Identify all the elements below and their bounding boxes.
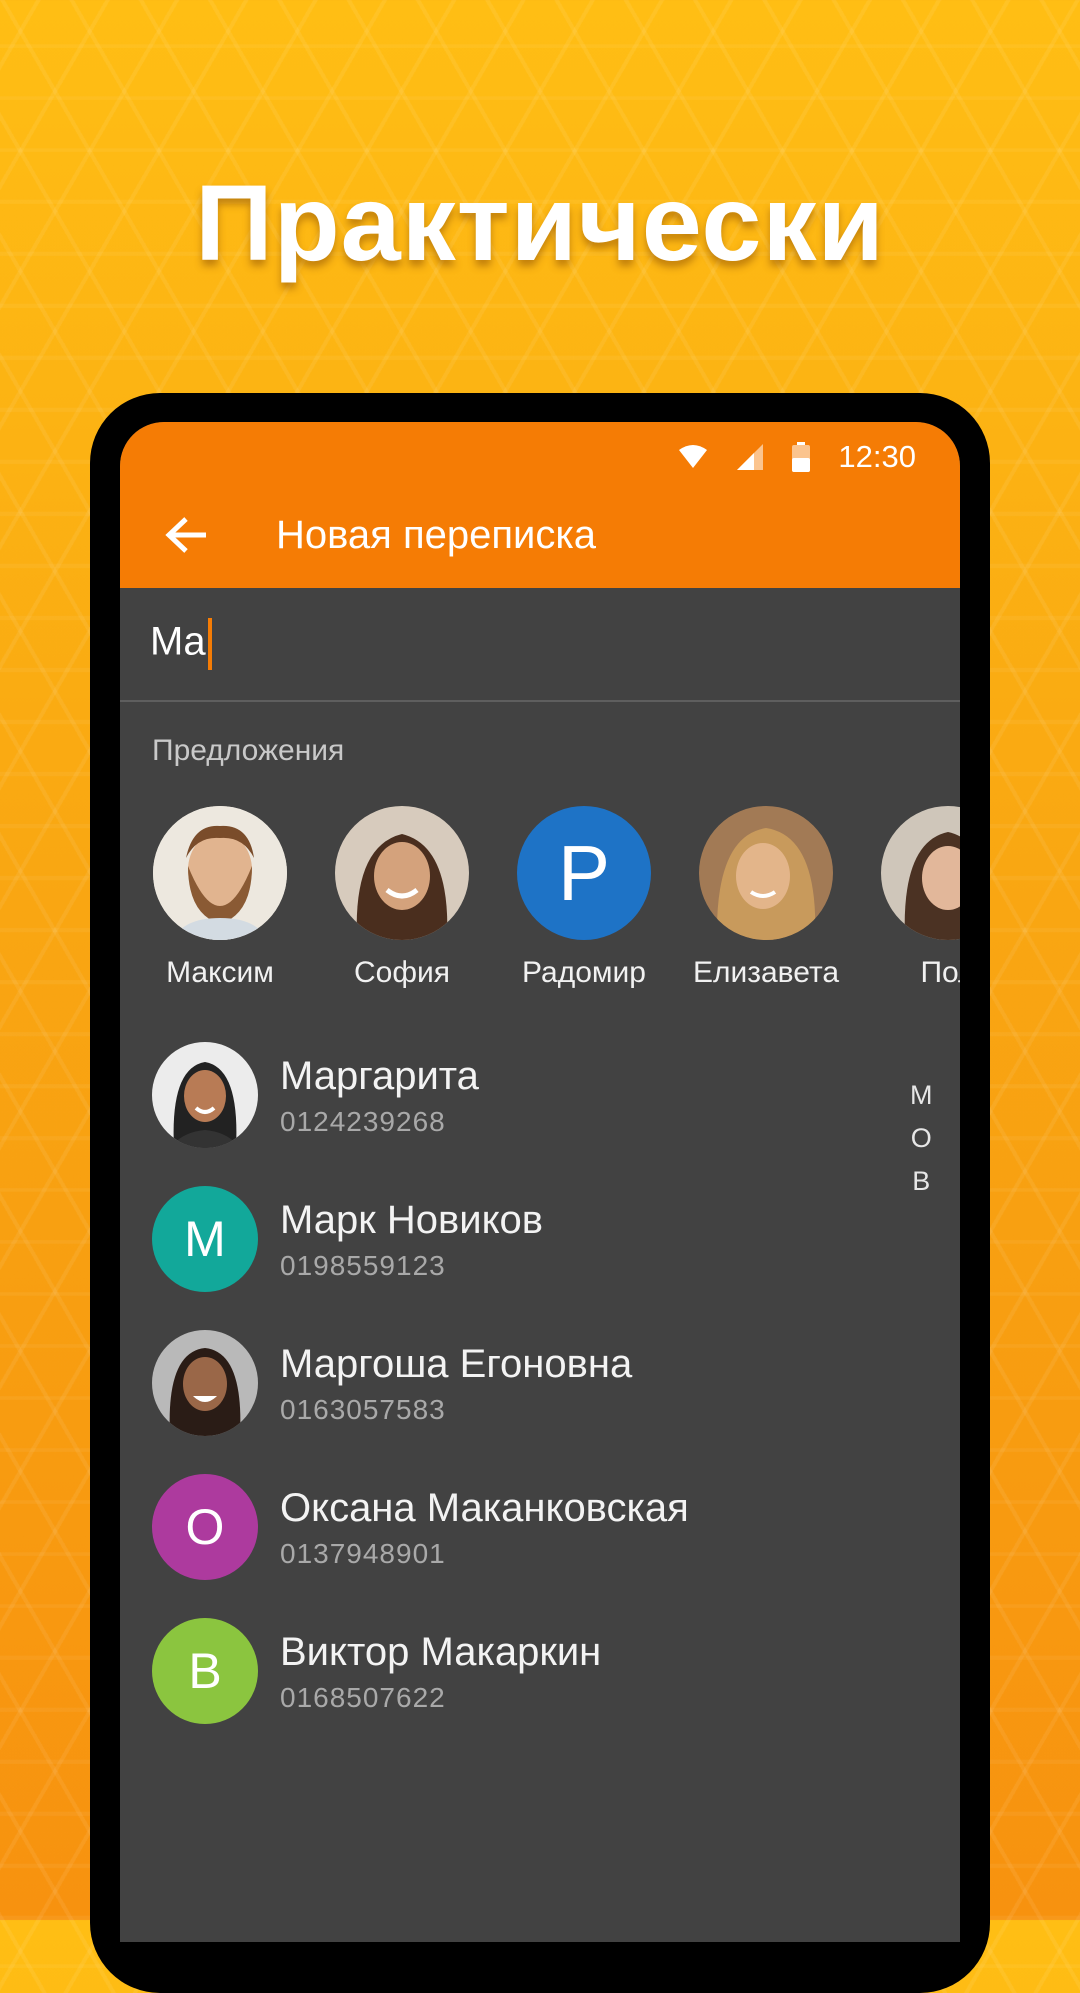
suggestions-row: Максим София P Радомир Елизавета Пол	[120, 806, 960, 989]
arrow-left-icon	[165, 517, 206, 553]
status-time: 12:30	[838, 439, 916, 474]
avatar: M	[152, 1186, 258, 1292]
avatar	[881, 806, 960, 940]
search-input[interactable]: Ma	[120, 588, 960, 702]
back-button[interactable]	[144, 493, 228, 577]
avatar	[335, 806, 469, 940]
signal-icon	[737, 444, 764, 470]
avatar-letter: O	[185, 1499, 225, 1555]
contact-phone: 0198559123	[280, 1250, 446, 1281]
avatar: O	[152, 1474, 258, 1580]
suggestion-sofia[interactable]: София	[317, 806, 487, 990]
avatar: B	[152, 1618, 258, 1724]
avatar	[152, 1042, 258, 1148]
suggestion-name: Максим	[166, 956, 274, 989]
avatar-letter: P	[557, 828, 611, 917]
suggestion-name: София	[353, 956, 451, 989]
avatar-letter: B	[188, 1643, 222, 1699]
fast-scroll-index[interactable]: M O B	[910, 1074, 933, 1203]
index-letter[interactable]: O	[910, 1117, 933, 1160]
contact-name: Оксана Маканковская	[280, 1486, 689, 1530]
list-item[interactable]: O Оксана Маканковская 0137948901	[120, 1455, 960, 1599]
suggestions-label: Предложения	[152, 734, 345, 767]
avatar	[152, 1330, 258, 1436]
contact-phone: 0168507622	[280, 1682, 446, 1713]
suggestion-radomir[interactable]: P Радомир	[499, 806, 669, 990]
search-value: Ma	[150, 619, 206, 664]
suggestion-maksim[interactable]: Максим	[135, 806, 305, 990]
list-item[interactable]: B Виктор Макаркин 0168507622	[120, 1599, 960, 1743]
suggestion-name: Радомир	[522, 956, 646, 989]
suggestion-pol[interactable]: Пол	[863, 806, 960, 990]
contact-name: Виктор Макаркин	[280, 1630, 602, 1674]
phone-screen: 12:30 Новая переписка Ma Предложения Мак…	[120, 422, 960, 1942]
suggestion-elizaveta[interactable]: Елизавета	[681, 806, 851, 990]
suggestion-name: Елизавета	[692, 956, 840, 989]
list-item[interactable]: Маргарита 0124239268	[120, 1023, 960, 1167]
contact-phone: 0163057583	[280, 1394, 446, 1425]
index-letter[interactable]: B	[910, 1160, 933, 1203]
contact-phone: 0124239268	[280, 1106, 446, 1137]
toolbar: Новая переписка	[120, 482, 960, 588]
list-item[interactable]: M Марк Новиков 0198559123	[120, 1167, 960, 1311]
contact-name: Маргарита	[280, 1054, 479, 1098]
app-bar: 12:30 Новая переписка	[120, 422, 960, 588]
status-bar: 12:30	[678, 432, 916, 482]
page-title: Новая переписка	[276, 512, 596, 557]
suggestion-name: Пол	[920, 956, 960, 989]
wifi-icon	[679, 445, 708, 468]
text-cursor	[207, 618, 212, 670]
headline: Практически	[195, 162, 885, 283]
avatar-letter: M	[184, 1211, 226, 1267]
avatar: P	[517, 806, 651, 940]
index-letter[interactable]: M	[910, 1074, 933, 1117]
contact-phone: 0137948901	[280, 1538, 446, 1569]
avatar	[153, 806, 287, 940]
avatar	[699, 806, 833, 940]
contact-name: Марк Новиков	[280, 1198, 544, 1242]
contact-name: Маргоша Егоновна	[280, 1342, 633, 1386]
battery-icon	[792, 442, 811, 472]
list-item[interactable]: Маргоша Егоновна 0163057583	[120, 1311, 960, 1455]
